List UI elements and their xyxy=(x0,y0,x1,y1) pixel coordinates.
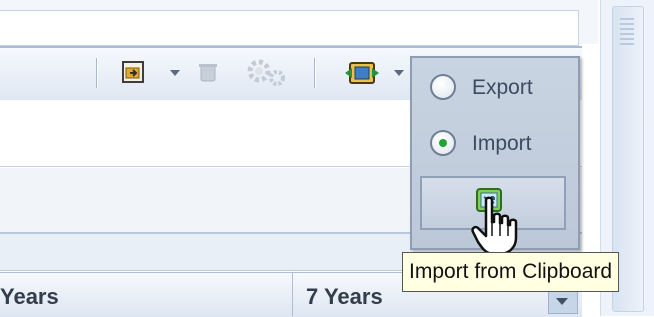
column-header-years[interactable]: Years xyxy=(0,284,59,310)
radio-selected-dot xyxy=(439,139,447,147)
top-panel xyxy=(0,10,579,46)
chevron-down-icon[interactable] xyxy=(394,70,404,76)
chevron-down-icon[interactable] xyxy=(170,70,180,76)
import-label[interactable]: Import xyxy=(472,132,532,156)
export-label[interactable]: Export xyxy=(472,76,533,100)
hand-cursor-icon xyxy=(471,196,518,256)
chevron-down-icon xyxy=(556,298,568,305)
column-divider[interactable] xyxy=(292,272,293,316)
export-radio[interactable] xyxy=(430,74,456,100)
import-document-icon[interactable] xyxy=(122,60,148,84)
settings-icon xyxy=(247,59,285,86)
tooltip: Import from Clipboard xyxy=(402,252,620,292)
toolbar-separator xyxy=(314,58,315,88)
delete-icon xyxy=(199,64,217,82)
scrollbar-grip[interactable] xyxy=(620,18,634,48)
column-header-7-years[interactable]: 7 Years xyxy=(306,284,383,310)
toolbar-separator xyxy=(96,58,97,88)
import-export-icon[interactable] xyxy=(344,58,380,88)
